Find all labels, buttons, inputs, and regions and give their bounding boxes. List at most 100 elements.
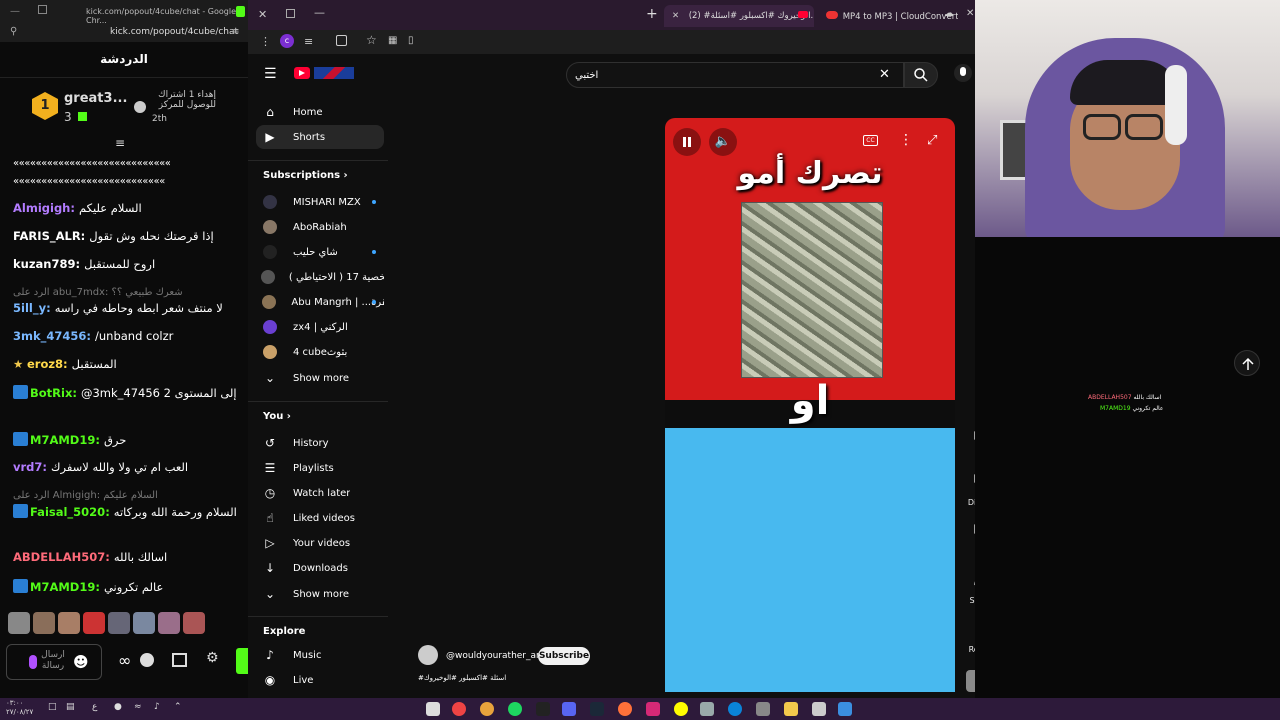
rewards-icon[interactable] bbox=[140, 653, 154, 667]
emote[interactable] bbox=[33, 612, 55, 634]
sidebar-item[interactable]: ◷ Watch later bbox=[256, 481, 384, 505]
start-icon[interactable] bbox=[838, 702, 852, 716]
mic-icon[interactable] bbox=[29, 655, 37, 669]
sidebar-item[interactable]: ⌄ Show more bbox=[256, 366, 384, 390]
calculator-icon[interactable] bbox=[756, 702, 770, 716]
captions-icon[interactable]: CC bbox=[863, 135, 878, 146]
sidebar-item[interactable]: ⌂ Home bbox=[256, 100, 384, 124]
chat-username[interactable]: M7AMD19: bbox=[30, 580, 100, 594]
search-input[interactable]: اختبي ✕ bbox=[566, 62, 904, 88]
store-icon[interactable] bbox=[172, 653, 187, 667]
chat-username[interactable]: vrd7: bbox=[13, 460, 47, 474]
scroll-up-button[interactable] bbox=[1234, 350, 1260, 376]
sidebar-item[interactable]: Abu Mangrh | ...نقرة bbox=[256, 290, 384, 314]
subscriptions-section[interactable]: Subscriptions › bbox=[263, 170, 348, 181]
emote[interactable] bbox=[183, 612, 205, 634]
firefox-icon[interactable] bbox=[618, 702, 632, 716]
mail-icon[interactable] bbox=[700, 702, 714, 716]
shorts-player[interactable]: تصرك أمو او 🔈 CC ⋮ ⤢ bbox=[665, 118, 955, 692]
sidebar-item[interactable]: zx4 | الركني bbox=[256, 315, 384, 339]
chat-username[interactable]: Almigigh: bbox=[13, 201, 75, 215]
more-options-icon[interactable]: ⋮ bbox=[899, 132, 913, 148]
instagram-icon[interactable] bbox=[646, 702, 660, 716]
extension-icon[interactable]: ≡ bbox=[304, 35, 313, 48]
sidebar-item[interactable]: ♪ Music bbox=[256, 643, 384, 667]
sidebar-item[interactable]: ⌄ Show more bbox=[256, 582, 384, 606]
screenshot-icon[interactable] bbox=[336, 35, 347, 46]
explore-section[interactable]: Explore bbox=[263, 626, 305, 637]
subscribe-button[interactable]: Subscribe bbox=[538, 647, 590, 665]
clear-search-icon[interactable]: ✕ bbox=[879, 67, 890, 82]
sidebar-item[interactable]: ☝ Liked videos bbox=[256, 506, 384, 530]
extensions-icon[interactable]: ▯ bbox=[408, 35, 414, 46]
pause-button[interactable] bbox=[673, 128, 701, 156]
capcut-icon[interactable] bbox=[536, 702, 550, 716]
sidebar-item[interactable]: الشخصية 17 ( الاحتياطي ) bbox=[256, 265, 384, 289]
chat-username[interactable]: eroz8: bbox=[27, 357, 68, 371]
mic-icon[interactable]: ● bbox=[114, 702, 122, 712]
notifications-icon[interactable]: □ bbox=[48, 702, 57, 712]
volume-icon[interactable]: ♪ bbox=[154, 702, 160, 712]
sidebar-item[interactable]: شاي حليب bbox=[256, 240, 384, 264]
close-icon[interactable]: ✕ bbox=[258, 8, 267, 21]
spotify-icon[interactable] bbox=[508, 702, 522, 716]
you-section[interactable]: You › bbox=[263, 411, 291, 422]
chat-username[interactable]: 5ill_y: bbox=[13, 301, 51, 315]
keyboard-icon[interactable]: ▤ bbox=[66, 702, 75, 712]
emote[interactable] bbox=[8, 612, 30, 634]
sidebar-item[interactable]: AboRabiah bbox=[256, 215, 384, 239]
send-button[interactable] bbox=[236, 648, 248, 674]
emote[interactable] bbox=[158, 612, 180, 634]
sidebar-item[interactable]: 4 cubeبثوث bbox=[256, 340, 384, 364]
emote[interactable] bbox=[108, 612, 130, 634]
minimize-icon[interactable]: — bbox=[10, 6, 20, 17]
sidebar-item[interactable]: ↺ History bbox=[256, 431, 384, 455]
volume-button[interactable]: 🔈 bbox=[709, 128, 737, 156]
chat-message-input[interactable]: ارسال رسالة ☻ bbox=[6, 644, 102, 680]
fullscreen-icon[interactable]: ⤢ bbox=[927, 133, 937, 148]
emote[interactable] bbox=[133, 612, 155, 634]
file-explorer-icon[interactable] bbox=[784, 702, 798, 716]
maximize-icon[interactable] bbox=[38, 5, 47, 14]
channel-handle[interactable]: @wouldyourather_ar1 bbox=[446, 651, 545, 661]
minimize-icon[interactable]: — bbox=[314, 6, 325, 19]
emoji-icon[interactable]: ☻ bbox=[73, 653, 89, 671]
chat-username[interactable]: BotRix: bbox=[30, 386, 77, 400]
sidebar-item[interactable]: ◉ Live bbox=[256, 668, 384, 692]
discord-icon[interactable] bbox=[562, 702, 576, 716]
menu-dots-icon[interactable]: ⋮ bbox=[260, 35, 271, 48]
chat-urlbar[interactable]: ⚲ kick.com/popout/4cube/chat ≡ bbox=[0, 24, 248, 42]
notepad-icon[interactable] bbox=[812, 702, 826, 716]
sidebar-item[interactable]: ↓ Downloads bbox=[256, 556, 384, 580]
snapchat-icon[interactable] bbox=[674, 702, 688, 716]
language-icon[interactable]: ع bbox=[92, 702, 97, 712]
channel-avatar[interactable] bbox=[418, 645, 438, 665]
chat-username[interactable]: 3mk_47456: bbox=[13, 329, 91, 343]
emote[interactable] bbox=[58, 612, 80, 634]
sidebar-item[interactable]: ▷ Your videos bbox=[256, 531, 384, 555]
bookmark-star-icon[interactable]: ☆ bbox=[366, 33, 377, 47]
terminal-icon[interactable] bbox=[426, 702, 440, 716]
pinned-user[interactable]: great3... bbox=[64, 91, 127, 106]
chat-username[interactable]: FARIS_ALR: bbox=[13, 229, 85, 243]
close-tab-icon[interactable]: ✕ bbox=[672, 11, 686, 21]
voice-search-button[interactable] bbox=[954, 64, 972, 82]
tab-cloudconvert[interactable]: MP4 to MP3 | CloudConvert bbox=[818, 5, 958, 27]
chat-username[interactable]: ABDELLAH507: bbox=[13, 550, 110, 564]
short-hashtags[interactable]: #اسئلة #اكسبلور #الوخيروك bbox=[418, 674, 506, 682]
maximize-icon[interactable] bbox=[286, 9, 295, 18]
edge-icon[interactable] bbox=[728, 702, 742, 716]
gear-icon[interactable]: ⚙ bbox=[206, 650, 219, 666]
chevron-up-icon[interactable]: ⌃ bbox=[174, 702, 182, 712]
sidebar-item[interactable]: MISHARI MZX bbox=[256, 190, 384, 214]
expand-pin-icon[interactable]: ≡ bbox=[115, 137, 129, 150]
sidebar-item[interactable]: ▶ Shorts bbox=[256, 125, 384, 149]
close-tab-icon[interactable]: ✕ bbox=[966, 8, 974, 19]
obs-icon[interactable] bbox=[452, 702, 466, 716]
new-tab-icon[interactable]: + bbox=[646, 6, 658, 22]
infinity-icon[interactable]: ∞ bbox=[118, 651, 131, 670]
search-button[interactable] bbox=[904, 62, 938, 88]
hamburger-menu-icon[interactable]: ☰ bbox=[264, 66, 277, 82]
tab-youtube[interactable]: ✕ (2) #الوخيروك #اكسبلور #اسئلة... bbox=[664, 5, 814, 27]
chat-username[interactable]: M7AMD19: bbox=[30, 433, 100, 447]
